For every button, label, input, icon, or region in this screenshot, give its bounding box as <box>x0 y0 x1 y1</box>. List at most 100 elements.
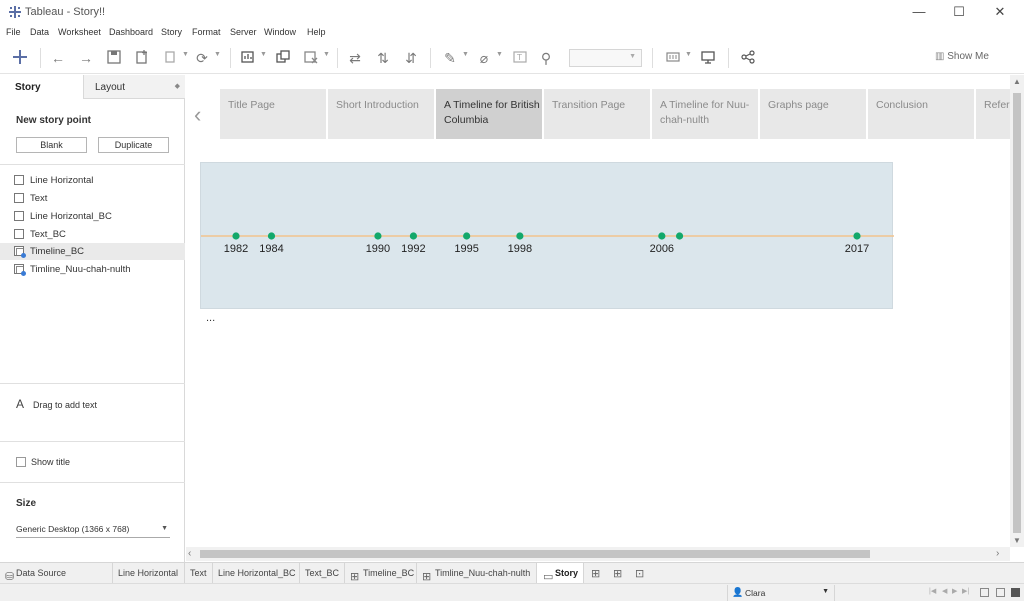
filmstrip-icon[interactable] <box>996 588 1005 597</box>
next-sheet-icon[interactable]: ▶ <box>952 587 957 595</box>
duplicate-button[interactable]: Duplicate <box>98 137 169 153</box>
story-point[interactable]: Refere <box>976 89 1010 139</box>
chevron-down-icon[interactable]: ▼ <box>496 51 503 58</box>
story-point[interactable]: Title Page <box>220 89 326 139</box>
tab-layout[interactable]: Layout ◆ <box>84 75 185 98</box>
tableau-start-icon[interactable] <box>12 50 28 66</box>
sheet-sorter-icon[interactable] <box>980 588 989 597</box>
scroll-left-arrow-icon[interactable]: ‹ <box>188 548 191 559</box>
new-worksheet-icon[interactable]: ⊞ <box>591 567 600 580</box>
new-dashboard-icon[interactable]: ⊞ <box>613 567 622 580</box>
size-dropdown[interactable]: Generic Desktop (1366 x 768) ▼ <box>16 521 170 538</box>
sheet-item-timeline-bc[interactable]: Timeline_BC <box>0 243 185 260</box>
menu-format[interactable]: Format <box>192 27 221 37</box>
tab-line-horizontal-bc[interactable]: Line Horizontal_BC <box>213 563 300 583</box>
show-cards-icon[interactable] <box>665 50 681 66</box>
tab-text-bc[interactable]: Text_BC <box>300 563 345 583</box>
story-point[interactable]: Conclusion <box>868 89 974 139</box>
timeline-point[interactable] <box>516 232 524 240</box>
annotate-icon[interactable]: ⌀ <box>476 50 492 66</box>
timeline-point[interactable] <box>232 232 240 240</box>
tab-text[interactable]: Text <box>185 563 213 583</box>
close-button[interactable]: ✕ <box>985 2 1015 22</box>
tab-line-horizontal[interactable]: Line Horizontal <box>113 563 185 583</box>
show-me-button[interactable]: ▥ Show Me <box>935 51 989 62</box>
share-icon[interactable] <box>740 50 756 66</box>
forward-icon[interactable]: → <box>78 50 94 66</box>
menu-worksheet[interactable]: Worksheet <box>58 27 101 37</box>
tab-timeline-bc[interactable]: ⊞ Timeline_BC <box>345 563 417 583</box>
label-icon[interactable]: T <box>512 50 528 66</box>
story-point[interactable]: Transition Page <box>544 89 650 139</box>
back-icon[interactable]: ← <box>50 50 66 66</box>
presentation-icon[interactable] <box>700 50 716 66</box>
fix-axes-icon[interactable]: ⚲ <box>538 50 554 66</box>
vertical-scrollbar[interactable]: ▲ ▼ <box>1010 75 1024 547</box>
save-icon[interactable] <box>106 50 122 66</box>
minimize-button[interactable]: — <box>904 2 934 22</box>
chevron-down-icon[interactable]: ▼ <box>214 51 221 58</box>
sheet-item-timline-nuu-chah-nulth[interactable]: Timline_Nuu-chah-nulth <box>0 261 185 278</box>
refresh-icon[interactable]: ⟳ <box>194 50 210 66</box>
new-story-icon[interactable]: ⊡ <box>635 567 644 580</box>
menu-story[interactable]: Story <box>161 27 182 37</box>
story-point-active[interactable]: A Timeline for British Columbia <box>436 89 542 139</box>
sort-descending-icon[interactable]: ⇵ <box>403 50 419 66</box>
chevron-down-icon[interactable]: ▼ <box>323 51 330 58</box>
timeline-point[interactable] <box>675 232 684 240</box>
duplicate-icon[interactable] <box>275 50 291 66</box>
horizontal-scroll-thumb[interactable] <box>200 550 870 558</box>
story-point-caption[interactable]: ... <box>206 312 215 324</box>
timeline-point[interactable] <box>374 232 382 240</box>
chevron-down-icon[interactable]: ▼ <box>182 51 189 58</box>
menu-data[interactable]: Data <box>30 27 49 37</box>
sheet-item-line-horizontal[interactable]: Line Horizontal <box>0 172 185 189</box>
menu-dashboard[interactable]: Dashboard <box>109 27 153 37</box>
tab-story[interactable]: ▭ Story <box>537 563 584 583</box>
menu-help[interactable]: Help <box>307 27 326 37</box>
story-point[interactable]: A Timeline for Nuu-chah-nulth <box>652 89 758 139</box>
swap-icon[interactable]: ⇄ <box>347 50 363 66</box>
first-sheet-icon[interactable]: |◀ <box>929 587 936 595</box>
last-sheet-icon[interactable]: ▶| <box>962 587 969 595</box>
tabs-view-icon[interactable] <box>1011 588 1020 597</box>
previous-sheet-icon[interactable]: ◀ <box>942 587 947 595</box>
story-point[interactable]: Graphs page <box>760 89 866 139</box>
clear-icon[interactable] <box>303 50 319 66</box>
pause-icon[interactable] <box>162 50 178 66</box>
user-menu[interactable]: 👤 Clara ▼ <box>727 585 835 601</box>
vertical-scroll-thumb[interactable] <box>1013 93 1021 533</box>
maximize-button[interactable]: ☐ <box>944 2 974 22</box>
timeline-point[interactable] <box>463 232 471 240</box>
horizontal-scrollbar[interactable]: ‹ › <box>186 547 1010 561</box>
timeline-point[interactable] <box>853 232 861 240</box>
tab-timline-nuu-chah-nulth[interactable]: ⊞ Timline_Nuu-chah-nulth <box>417 563 537 583</box>
tab-data-source[interactable]: ⛁ Data Source <box>0 563 113 583</box>
blank-button[interactable]: Blank <box>16 137 87 153</box>
sheet-item-text-bc[interactable]: Text_BC <box>0 226 185 243</box>
show-title-checkbox[interactable] <box>16 457 26 467</box>
menu-server[interactable]: Server <box>230 27 257 37</box>
tab-story[interactable]: Story <box>0 75 84 99</box>
sheet-item-text[interactable]: Text <box>0 190 185 207</box>
drag-to-add-text[interactable]: A Drag to add text <box>0 385 185 442</box>
chevron-down-icon[interactable]: ▼ <box>260 51 267 58</box>
highlight-icon[interactable]: ✎ <box>442 50 458 66</box>
timeline-point[interactable] <box>267 232 276 240</box>
new-data-source-icon[interactable] <box>134 50 150 66</box>
sheet-item-line-horizontal-bc[interactable]: Line Horizontal_BC <box>0 208 185 225</box>
timeline-visualization[interactable]: 1982 1984 1990 1992 1995 1998 2006 2017 <box>200 162 894 309</box>
sort-ascending-icon[interactable]: ⇅ <box>375 50 391 66</box>
timeline-point[interactable] <box>409 232 418 240</box>
scroll-up-arrow-icon[interactable]: ▲ <box>1013 77 1021 86</box>
new-worksheet-icon[interactable] <box>240 50 256 66</box>
chevron-down-icon[interactable]: ▼ <box>685 51 692 58</box>
scroll-down-arrow-icon[interactable]: ▼ <box>1013 536 1021 545</box>
chevron-down-icon[interactable]: ▼ <box>462 51 469 58</box>
scroll-right-arrow-icon[interactable]: › <box>996 548 999 559</box>
menu-file[interactable]: File <box>6 27 21 37</box>
story-point[interactable]: Short Introduction <box>328 89 434 139</box>
fit-dropdown[interactable]: ▼ <box>569 49 642 67</box>
menu-window[interactable]: Window <box>264 27 296 37</box>
timeline-point[interactable] <box>658 232 666 240</box>
